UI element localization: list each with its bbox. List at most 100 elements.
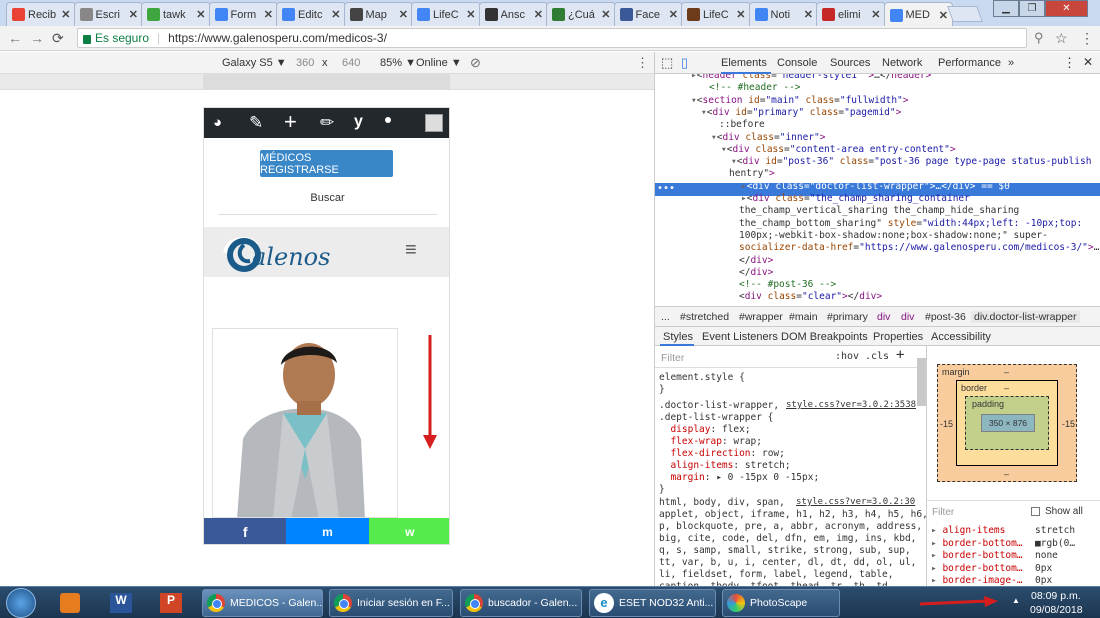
browser-tab[interactable]: Face ✕	[613, 2, 683, 26]
powerpoint-icon[interactable]: P	[160, 593, 182, 613]
media-player-icon[interactable]	[60, 593, 80, 613]
style-rule-line[interactable]: .dept-list-wrapper {	[659, 412, 773, 424]
device-height[interactable]: 640	[342, 57, 360, 69]
close-tab-icon[interactable]: ✕	[939, 9, 948, 22]
dom-node[interactable]: ▾<div id="primary" class="pagemid">	[701, 107, 901, 119]
browser-tab[interactable]: Form ✕	[208, 2, 278, 26]
dom-node[interactable]: <!-- #header -->	[709, 82, 801, 94]
dom-node-selected[interactable]: ▸<div class="doctor-list-wrapper">…</div…	[741, 181, 1010, 193]
show-hidden-icons[interactable]: ▲	[1012, 596, 1020, 605]
style-rule-line[interactable]: }	[659, 484, 665, 496]
computed-property[interactable]: ▸ border-bottom…	[931, 563, 1023, 575]
computed-property[interactable]: ▸ border-bottom…	[931, 538, 1023, 550]
start-button[interactable]	[6, 588, 36, 618]
customize-brush-icon[interactable]: ✎	[249, 113, 263, 133]
close-tab-icon[interactable]: ✕	[264, 8, 273, 21]
tab-event-listeners[interactable]: Event Listeners	[702, 331, 778, 343]
device-width[interactable]: 360	[296, 57, 314, 69]
breadcrumb-post-36[interactable]: #post-36	[925, 311, 966, 323]
dom-node[interactable]: ▸<div class="the_champ_sharing_container	[741, 193, 970, 205]
rotate-icon[interactable]: ⊘	[470, 55, 481, 71]
margin-left-value[interactable]: -15	[940, 419, 953, 429]
tab-network[interactable]: Network	[882, 57, 922, 69]
facebook-share-button[interactable]: f	[204, 518, 287, 544]
breadcrumb-more[interactable]: ...	[661, 311, 670, 323]
zoom-select[interactable]: 85% ▼	[380, 57, 416, 69]
style-rule-line[interactable]: li, fieldset, form, label, legend, table…	[659, 569, 894, 581]
device-more-icon[interactable]: ⋮	[636, 55, 649, 71]
breadcrumb-main[interactable]: #main	[789, 311, 818, 323]
inspect-element-icon[interactable]: ⬚	[661, 55, 673, 71]
style-rule-line[interactable]: big, cite, code, del, dfn, em, img, ins,…	[659, 533, 916, 545]
search-link[interactable]: Buscar	[204, 192, 449, 204]
breadcrumb-div-2[interactable]: div	[901, 311, 914, 323]
close-tab-icon[interactable]: ✕	[129, 8, 138, 21]
close-tab-icon[interactable]: ✕	[601, 8, 610, 21]
breadcrumb-doctor-list-wrapper[interactable]: div.doctor-list-wrapper	[971, 311, 1080, 323]
margin-right-value[interactable]: -15	[1062, 419, 1075, 429]
style-rule-line[interactable]: flex-wrap: wrap;	[659, 436, 762, 448]
style-rule-line[interactable]: element.style {	[659, 372, 745, 384]
browser-tab[interactable]: Ansc ✕	[478, 2, 548, 26]
style-rule-line[interactable]: html, body, div, span,	[659, 497, 785, 509]
style-rule-line[interactable]: flex-direction: row;	[659, 448, 784, 460]
dom-node[interactable]: ▾<div id="post-36" class="post-36 page t…	[731, 156, 1091, 168]
style-rule-line[interactable]: applet, object, iframe, h1, h2, h3, h4, …	[659, 509, 926, 521]
style-rule-line[interactable]: tt, var, b, u, i, center, dl, dt, dd, ol…	[659, 557, 916, 569]
omnibox[interactable]: Es seguro | https://www.galenosperu.com/…	[77, 28, 1027, 48]
devtools-menu-icon[interactable]: ⋮	[1063, 55, 1076, 71]
style-rule-line[interactable]: display: flex;	[659, 424, 750, 436]
dom-node[interactable]: ::before	[719, 119, 765, 131]
tab-styles[interactable]: Styles	[663, 331, 693, 343]
close-tab-icon[interactable]: ✕	[466, 8, 475, 21]
browser-tab[interactable]: Escri ✕	[73, 2, 143, 26]
close-window-button[interactable]: ✕	[1045, 0, 1088, 17]
taskbar-item[interactable]: e ESET NOD32 Anti...	[589, 589, 716, 617]
breadcrumb-stretched[interactable]: #stretched	[680, 311, 729, 323]
taskbar-item[interactable]: Iniciar sesión en F...	[329, 589, 453, 617]
computed-filter-input[interactable]: Filter	[932, 507, 954, 518]
tab-console[interactable]: Console	[777, 57, 817, 69]
devtools-close-icon[interactable]: ✕	[1083, 55, 1093, 69]
dom-node[interactable]: ▾<section id="main" class="fullwidth">	[691, 95, 909, 107]
register-doctors-button[interactable]: MÉDICOS REGISTRARSE	[260, 150, 393, 177]
close-tab-icon[interactable]: ✕	[736, 8, 745, 21]
computed-property[interactable]: ▸ align-items	[931, 525, 1005, 537]
style-rule-line[interactable]: q, s, samp, small, strike, strong, sub, …	[659, 545, 911, 557]
whatsapp-share-button[interactable]: w	[368, 518, 449, 544]
browser-tab[interactable]: ¿Cuá ✕	[546, 2, 616, 26]
zoom-search-icon[interactable]: ⚲	[1034, 30, 1044, 46]
dom-node[interactable]: 100px;-webkit-box-shadow:none;box-shadow…	[739, 230, 1048, 242]
minimize-button[interactable]: ▁	[993, 0, 1019, 17]
forward-icon[interactable]: →	[30, 30, 44, 46]
dom-tree[interactable]: ••• ▸<header class="header-style1 ">…</h…	[654, 74, 1100, 306]
dom-node[interactable]: ▾<div class="content-area entry-content"…	[721, 144, 956, 156]
dashboard-icon[interactable]: ◕	[213, 114, 222, 131]
close-tab-icon[interactable]: ✕	[534, 8, 543, 21]
close-tab-icon[interactable]: ✕	[669, 8, 678, 21]
browser-tab[interactable]: Editc ✕	[276, 2, 346, 26]
browser-tab[interactable]: MED ✕	[883, 2, 953, 27]
dom-node[interactable]: </div>	[739, 255, 773, 267]
device-select[interactable]: Galaxy S5 ▼	[222, 57, 287, 69]
maximize-button[interactable]: ❐	[1019, 0, 1045, 17]
browser-tab[interactable]: tawk ✕	[141, 2, 211, 26]
browser-tab[interactable]: LifeC ✕	[681, 2, 751, 26]
dom-node[interactable]: the_champ_bottom_sharing" style="width:4…	[739, 218, 1082, 230]
dom-node[interactable]: ▾<div class="inner">	[711, 132, 826, 144]
doctor-photo[interactable]	[212, 328, 398, 518]
dom-node[interactable]: socializer-data-href="https://www.galeno…	[739, 242, 1099, 254]
style-rule-line[interactable]: margin: ▸ 0 -15px 0 -15px;	[659, 472, 819, 484]
taskbar-item[interactable]: PhotoScape	[722, 589, 840, 617]
tab-elements[interactable]: Elements	[721, 57, 767, 69]
style-source-link-2[interactable]: style.css?ver=3.0.2:30	[796, 497, 915, 507]
yoast-seo-icon[interactable]: y	[354, 113, 363, 131]
user-avatar[interactable]	[425, 114, 443, 132]
style-rule-line[interactable]: }	[659, 384, 665, 396]
class-toggle[interactable]: .cls	[865, 351, 889, 362]
dom-node[interactable]: hentry">	[729, 168, 775, 180]
secure-indicator[interactable]: Es seguro	[83, 31, 149, 45]
breadcrumb-wrapper[interactable]: #wrapper	[739, 311, 783, 323]
tab-dom-breakpoints[interactable]: DOM Breakpoints	[781, 331, 868, 343]
close-tab-icon[interactable]: ✕	[61, 8, 70, 21]
